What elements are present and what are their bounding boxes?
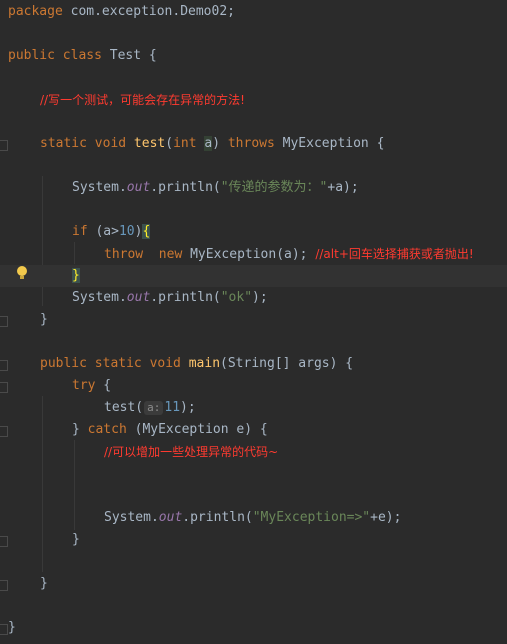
code-text: } bbox=[8, 620, 16, 635]
code-line[interactable]: try { bbox=[72, 375, 507, 397]
code-line[interactable]: public class Test { bbox=[8, 45, 507, 67]
code-line[interactable]: throw new MyException(a); //alt+回车选择捕获或者… bbox=[104, 243, 507, 265]
fold-marker[interactable] bbox=[0, 360, 8, 371]
code-text: ) bbox=[212, 136, 228, 151]
code-line[interactable]: } bbox=[72, 529, 507, 551]
method-name: main bbox=[188, 356, 221, 371]
indent-guide bbox=[42, 396, 43, 572]
code-line[interactable]: System.out.println("传递的参数为："+a); bbox=[72, 177, 507, 199]
string-literal: "ok" bbox=[220, 290, 253, 305]
keyword: throws bbox=[227, 136, 275, 151]
code-text: +e); bbox=[370, 510, 402, 525]
code-text: .println( bbox=[150, 290, 221, 305]
code-text: MyException(a); bbox=[182, 247, 316, 262]
code-line[interactable]: test(a: 11); bbox=[104, 397, 507, 419]
static-field: out bbox=[126, 290, 151, 305]
code-line[interactable]: } bbox=[8, 617, 507, 639]
code-text: } bbox=[72, 532, 80, 547]
code-text: +a); bbox=[327, 180, 359, 195]
code-line[interactable]: } bbox=[40, 573, 507, 595]
keyword: static void bbox=[40, 136, 127, 151]
code-text: } bbox=[40, 312, 48, 327]
code-line[interactable]: } bbox=[40, 309, 507, 331]
code-line[interactable]: static void test(int a) throws MyExcepti… bbox=[40, 133, 507, 155]
code-text: .println( bbox=[182, 510, 253, 525]
code-text: .println( bbox=[150, 180, 221, 195]
number-literal: 10 bbox=[118, 224, 135, 239]
code-line[interactable]: System.out.println("ok"); bbox=[72, 287, 507, 309]
code-text: ( bbox=[165, 136, 174, 151]
code-line[interactable]: //写一个测试，可能会存在异常的方法! bbox=[40, 89, 507, 111]
code-line[interactable]: System.out.println("MyException=>"+e); bbox=[104, 507, 507, 529]
code-text: Test { bbox=[101, 48, 157, 63]
code-text: System. bbox=[104, 510, 159, 525]
code-line[interactable]: } catch (MyException e) { bbox=[72, 419, 507, 441]
code-text: System. bbox=[72, 180, 127, 195]
fold-marker[interactable] bbox=[0, 536, 8, 547]
fold-marker[interactable] bbox=[0, 580, 8, 591]
fold-marker[interactable] bbox=[0, 382, 8, 393]
code-text: (MyException e) { bbox=[126, 422, 268, 437]
code-line[interactable]: if (a>10){ bbox=[72, 221, 507, 243]
code-text: System. bbox=[72, 290, 127, 305]
code-text: ); bbox=[252, 290, 268, 305]
code-text: (a> bbox=[87, 224, 119, 239]
matched-brace: } bbox=[72, 268, 80, 283]
code-comment: //可以增加一些处理异常的代码~ bbox=[104, 445, 279, 459]
code-text: test( bbox=[104, 400, 144, 415]
number-literal: 11 bbox=[164, 400, 181, 415]
fold-marker[interactable] bbox=[0, 426, 8, 437]
code-comment: //alt+回车选择捕获或者抛出! bbox=[315, 247, 474, 261]
code-text: (String[] args) { bbox=[220, 356, 354, 371]
indent-guide bbox=[74, 242, 75, 264]
code-text: } bbox=[40, 576, 48, 591]
indent-guide bbox=[74, 440, 75, 530]
code-line[interactable]: package com.exception.Demo02; bbox=[8, 1, 507, 23]
keyword: public static void bbox=[40, 356, 181, 371]
keyword: try bbox=[72, 378, 96, 393]
parameter-hint: a: bbox=[144, 401, 164, 415]
keyword: new bbox=[158, 247, 183, 262]
code-comment: //写一个测试，可能会存在异常的方法! bbox=[40, 93, 245, 107]
lightbulb-icon[interactable] bbox=[17, 266, 27, 279]
keyword: throw bbox=[104, 247, 144, 262]
code-text: MyException { bbox=[274, 136, 385, 151]
code-text: ); bbox=[180, 400, 196, 415]
static-field: out bbox=[126, 180, 151, 195]
matched-brace: { bbox=[142, 224, 151, 239]
keyword: package bbox=[8, 4, 63, 19]
code-line[interactable]: //可以增加一些处理异常的代码~ bbox=[104, 441, 507, 463]
keyword: if bbox=[72, 224, 88, 239]
string-literal: "传递的参数为：" bbox=[220, 180, 328, 195]
string-literal: "MyException=>" bbox=[252, 510, 371, 525]
static-field: out bbox=[158, 510, 183, 525]
code-text: } bbox=[72, 422, 88, 437]
method-name: test bbox=[133, 136, 166, 151]
code-line[interactable]: public static void main(String[] args) { bbox=[40, 353, 507, 375]
keyword: int bbox=[173, 136, 197, 151]
keyword: public class bbox=[8, 48, 102, 63]
fold-marker[interactable] bbox=[0, 316, 8, 327]
code-text: com.exception.Demo02; bbox=[62, 4, 235, 19]
fold-marker[interactable] bbox=[0, 140, 8, 151]
code-text: { bbox=[95, 378, 112, 393]
fold-marker[interactable] bbox=[0, 624, 8, 635]
code-line-current[interactable]: } bbox=[0, 265, 507, 287]
keyword: catch bbox=[87, 422, 127, 437]
